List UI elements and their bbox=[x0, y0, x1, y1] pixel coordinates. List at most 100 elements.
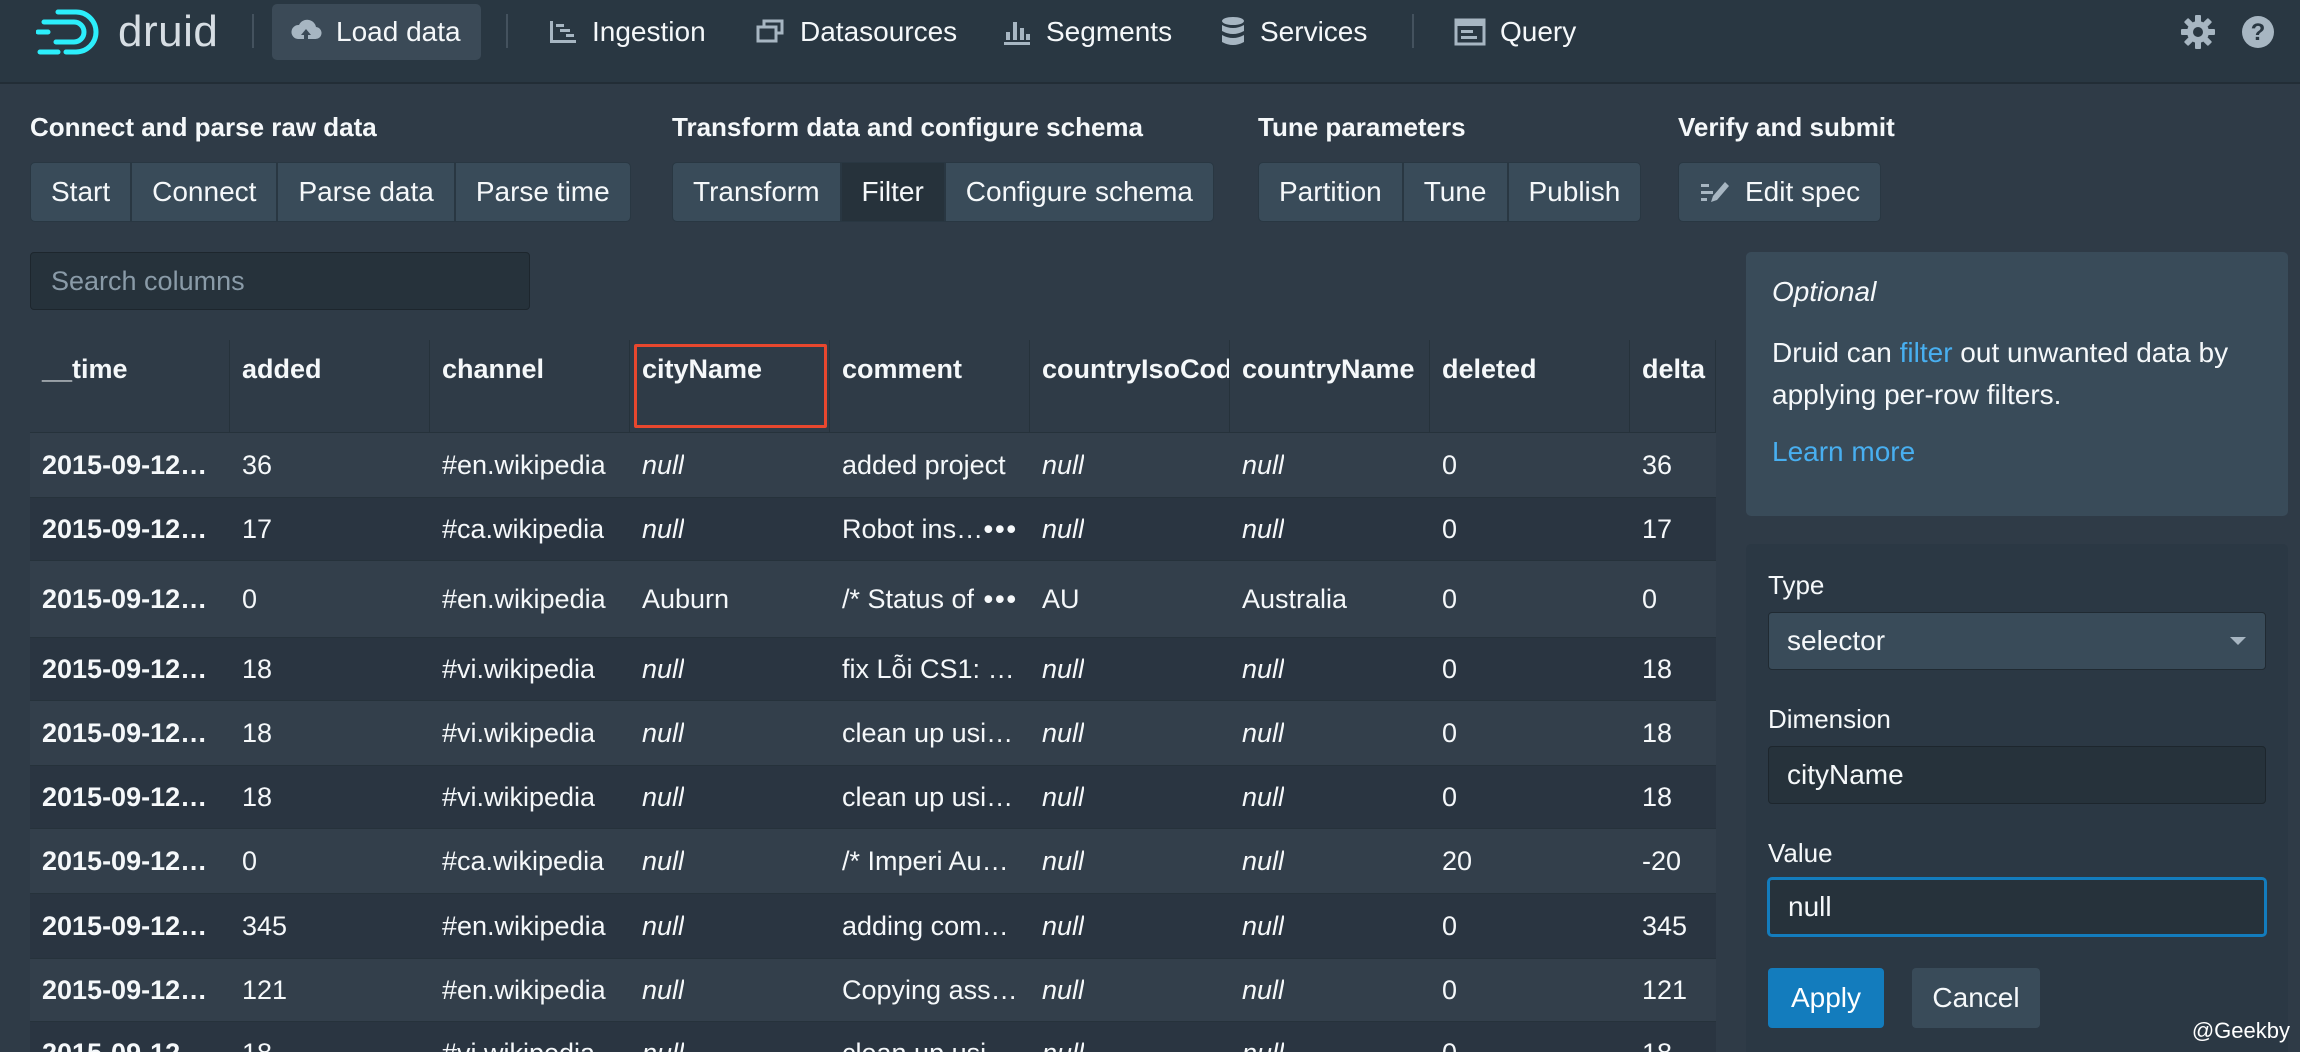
table-cell[interactable]: Copying assessment bbox=[830, 959, 1030, 1021]
table-cell[interactable]: null bbox=[1030, 433, 1230, 497]
step-publish-button[interactable]: Publish bbox=[1507, 162, 1642, 222]
table-cell[interactable]: 18 bbox=[1630, 1022, 1716, 1052]
table-cell[interactable]: null bbox=[1030, 829, 1230, 893]
table-cell[interactable]: 345 bbox=[230, 894, 430, 958]
table-cell[interactable]: clean up using AWB bbox=[830, 701, 1030, 765]
table-cell[interactable]: 2015-09-12T00:47:19.591Z bbox=[30, 894, 230, 958]
table-cell[interactable]: 0 bbox=[1430, 433, 1630, 497]
table-cell[interactable]: null bbox=[630, 498, 830, 560]
table-cell[interactable]: 0 bbox=[230, 829, 430, 893]
column-header-time[interactable]: __time bbox=[30, 340, 230, 432]
table-cell[interactable]: 2015-09-12T00:47:25.821Z bbox=[30, 1022, 230, 1052]
table-cell[interactable]: 18 bbox=[230, 766, 430, 828]
table-cell[interactable]: Robot inserta••• bbox=[830, 498, 1030, 560]
learn-more-link[interactable]: Learn more bbox=[1772, 436, 2262, 468]
table-cell[interactable]: null bbox=[1230, 433, 1430, 497]
table-cell[interactable]: null bbox=[630, 701, 830, 765]
table-cell[interactable]: 2015-09-12T00:47:17.009Z bbox=[30, 829, 230, 893]
value-input[interactable] bbox=[1768, 878, 2266, 936]
table-cell[interactable]: null bbox=[1030, 638, 1230, 700]
table-cell[interactable]: 18 bbox=[1630, 701, 1716, 765]
table-cell[interactable]: null bbox=[630, 894, 830, 958]
table-cell[interactable]: /* Status of ••• bbox=[830, 561, 1030, 637]
table-cell[interactable]: null bbox=[1230, 701, 1430, 765]
table-cell[interactable]: null bbox=[630, 638, 830, 700]
table-cell[interactable]: #vi.wikipedia bbox=[430, 701, 630, 765]
table-cell[interactable]: 36 bbox=[230, 433, 430, 497]
table-cell[interactable]: null bbox=[630, 433, 830, 497]
table-cell[interactable]: 0 bbox=[1630, 561, 1716, 637]
table-cell[interactable]: 0 bbox=[1430, 1022, 1630, 1052]
table-cell[interactable]: #ca.wikipedia bbox=[430, 829, 630, 893]
table-cell[interactable]: null bbox=[630, 829, 830, 893]
table-cell[interactable]: 0 bbox=[1430, 498, 1630, 560]
table-cell[interactable]: null bbox=[1230, 766, 1430, 828]
table-cell[interactable]: null bbox=[1230, 498, 1430, 560]
nav-segments[interactable]: Segments bbox=[984, 4, 1192, 60]
step-filter-button[interactable]: Filter bbox=[840, 162, 945, 222]
table-cell[interactable]: 0 bbox=[1430, 894, 1630, 958]
table-cell[interactable]: null bbox=[1230, 829, 1430, 893]
table-cell[interactable]: fix Lỗi CS1: ngày tháng bbox=[830, 638, 1030, 700]
step-parse-data-button[interactable]: Parse data bbox=[277, 162, 455, 222]
step-connect-button[interactable]: Connect bbox=[131, 162, 278, 222]
table-cell[interactable]: 0 bbox=[1430, 701, 1630, 765]
table-cell[interactable]: 18 bbox=[230, 701, 430, 765]
step-partition-button[interactable]: Partition bbox=[1258, 162, 1403, 222]
column-header-delta[interactable]: delta bbox=[1630, 340, 1716, 432]
table-cell[interactable]: 17 bbox=[230, 498, 430, 560]
table-cell[interactable]: null bbox=[630, 1022, 830, 1052]
table-cell[interactable]: 17 bbox=[1630, 498, 1716, 560]
table-cell[interactable]: 0 bbox=[230, 561, 430, 637]
column-header-countryisocode[interactable]: countryIsoCode bbox=[1030, 340, 1230, 432]
table-cell[interactable]: 121 bbox=[1630, 959, 1716, 1021]
cancel-button[interactable]: Cancel bbox=[1912, 968, 2040, 1028]
expand-cell-icon[interactable]: ••• bbox=[984, 514, 1018, 545]
table-cell[interactable]: null bbox=[1030, 701, 1230, 765]
table-cell[interactable]: #en.wikipedia bbox=[430, 433, 630, 497]
column-header-channel[interactable]: channel bbox=[430, 340, 630, 432]
table-cell[interactable]: null bbox=[1230, 959, 1430, 1021]
table-cell[interactable]: null bbox=[1230, 1022, 1430, 1052]
table-cell[interactable]: 0 bbox=[1430, 561, 1630, 637]
type-select[interactable]: selector bbox=[1768, 612, 2266, 670]
step-transform-button[interactable]: Transform bbox=[672, 162, 841, 222]
nav-ingestion[interactable]: Ingestion bbox=[530, 4, 726, 60]
table-cell[interactable]: Auburn bbox=[630, 561, 830, 637]
expand-cell-icon[interactable]: ••• bbox=[984, 584, 1018, 615]
table-cell[interactable]: added project bbox=[830, 433, 1030, 497]
column-header-added[interactable]: added bbox=[230, 340, 430, 432]
step-start-button[interactable]: Start bbox=[30, 162, 132, 222]
table-cell[interactable]: AU bbox=[1030, 561, 1230, 637]
table-cell[interactable]: 2015-09-12T00:47:21.578Z bbox=[30, 959, 230, 1021]
table-cell[interactable]: #en.wikipedia bbox=[430, 894, 630, 958]
table-cell[interactable]: 0 bbox=[1430, 959, 1630, 1021]
druid-logo[interactable]: druid bbox=[36, 4, 218, 60]
table-cell[interactable]: Australia bbox=[1230, 561, 1430, 637]
table-cell[interactable]: 0 bbox=[1430, 638, 1630, 700]
step-parse-time-button[interactable]: Parse time bbox=[454, 162, 631, 222]
table-cell[interactable]: null bbox=[630, 766, 830, 828]
table-cell[interactable]: 36 bbox=[1630, 433, 1716, 497]
table-cell[interactable]: #vi.wikipedia bbox=[430, 766, 630, 828]
table-cell[interactable]: #vi.wikipedia bbox=[430, 1022, 630, 1052]
table-cell[interactable]: 2015-09-12T00:46:58.771Z bbox=[30, 433, 230, 497]
table-cell[interactable]: #en.wikipedia bbox=[430, 959, 630, 1021]
table-cell[interactable]: #en.wikipedia bbox=[430, 561, 630, 637]
apply-button[interactable]: Apply bbox=[1768, 968, 1884, 1028]
table-cell[interactable]: 2015-09-12T00:47:00.496Z bbox=[30, 498, 230, 560]
table-cell[interactable]: 20 bbox=[1430, 829, 1630, 893]
step-edit-spec-button[interactable]: Edit spec bbox=[1678, 162, 1882, 222]
table-cell[interactable]: 18 bbox=[1630, 638, 1716, 700]
table-cell[interactable]: #vi.wikipedia bbox=[430, 638, 630, 700]
table-cell[interactable]: null bbox=[1030, 766, 1230, 828]
filter-docs-link[interactable]: filter bbox=[1900, 337, 1953, 368]
table-cell[interactable]: null bbox=[1230, 638, 1430, 700]
table-cell[interactable]: clean up using AWB bbox=[830, 1022, 1030, 1052]
table-cell[interactable]: null bbox=[1030, 1022, 1230, 1052]
table-cell[interactable]: 2015-09-12T00:47:05.474Z bbox=[30, 561, 230, 637]
table-cell[interactable]: null bbox=[630, 959, 830, 1021]
table-cell[interactable]: null bbox=[1030, 894, 1230, 958]
table-cell[interactable]: null bbox=[1030, 498, 1230, 560]
search-columns-input[interactable] bbox=[30, 252, 530, 310]
